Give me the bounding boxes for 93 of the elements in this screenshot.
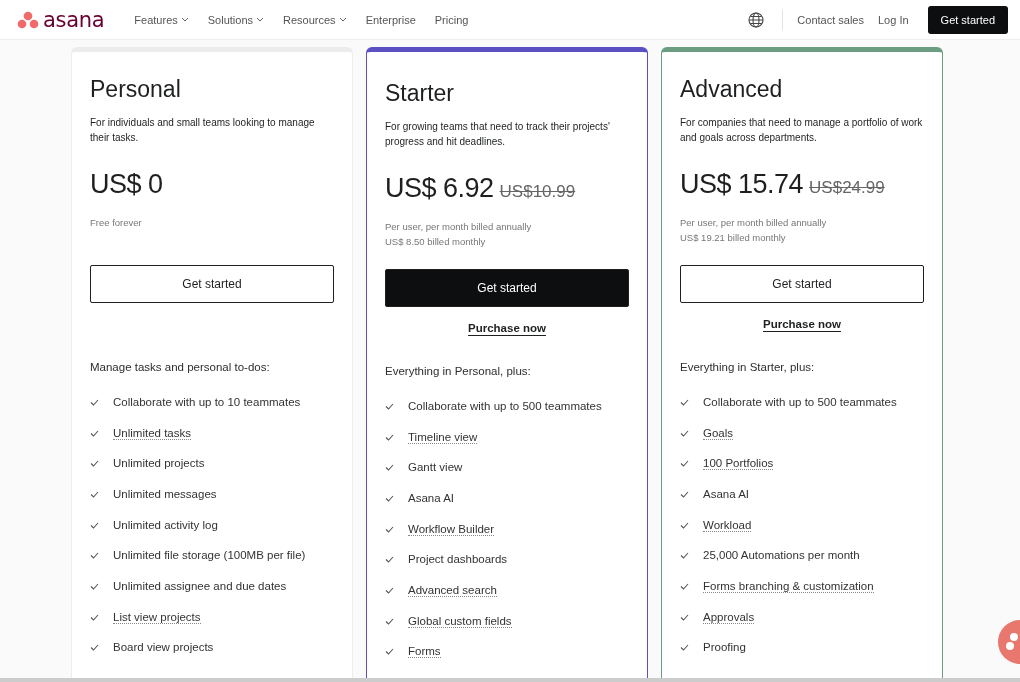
check-icon <box>385 433 394 441</box>
feature-link[interactable]: List view projects <box>113 610 201 624</box>
billing-note: Free forever <box>90 216 143 230</box>
check-icon <box>385 464 394 472</box>
brand-name[interactable]: asana <box>43 7 105 32</box>
nav-link[interactable]: Pricing <box>434 13 469 26</box>
check-icon <box>385 494 394 502</box>
feature-link[interactable]: Goals <box>703 426 734 440</box>
nav-link[interactable]: Solutions <box>207 13 265 26</box>
feature-text: Gantt view <box>408 461 463 475</box>
chat-bubble-icon[interactable] <box>998 620 1020 664</box>
feature-link[interactable]: Forms branching & customization <box>703 579 874 593</box>
plan-price: US$ 15.74 <box>680 169 804 200</box>
feature-text: 25,000 Automations per month <box>703 549 860 563</box>
nav-link[interactable]: Resources <box>283 13 347 26</box>
get-started-button[interactable]: Get started <box>90 265 334 303</box>
check-icon <box>90 521 99 529</box>
check-icon <box>680 644 689 652</box>
logo-icon[interactable] <box>17 10 39 29</box>
check-icon <box>680 552 689 560</box>
check-icon <box>385 617 394 625</box>
check-icon <box>90 582 99 590</box>
plan-name: Advanced <box>680 76 784 103</box>
feature-text: Project dashboards <box>408 553 508 567</box>
check-icon <box>90 644 99 652</box>
check-icon <box>680 490 689 498</box>
billing-note: US$ 8.50 billed monthly <box>385 235 487 249</box>
plan-description: For growing teams that need to track their projects' progress and hit deadlines. <box>385 120 611 149</box>
check-icon <box>385 525 394 533</box>
get-started-button[interactable]: Get started <box>680 265 924 303</box>
check-icon <box>90 490 99 498</box>
check-icon <box>385 586 394 594</box>
plan-name: Starter <box>385 80 456 107</box>
check-icon <box>385 556 394 564</box>
feature-text: Unlimited activity log <box>113 518 218 532</box>
plan-name: Personal <box>90 76 182 103</box>
billing-note: US$ 19.21 billed monthly <box>680 231 787 245</box>
feature-link[interactable]: Approvals <box>703 610 755 624</box>
chevron-down-icon <box>256 17 265 22</box>
check-icon <box>90 552 99 560</box>
get-started-button[interactable]: Get started <box>927 5 1008 34</box>
plan-description: For individuals and small teams looking to manage their tasks. <box>90 116 316 145</box>
feature-link[interactable]: Advanced search <box>408 583 497 597</box>
check-icon <box>90 429 99 437</box>
feature-text: Collaborate with up to 500 teammates <box>703 395 897 409</box>
feature-text: Asana AI <box>703 487 750 501</box>
check-icon <box>385 402 394 410</box>
feature-link[interactable]: Global custom fields <box>408 614 512 628</box>
feature-link[interactable]: Workload <box>703 518 752 532</box>
plan-description: For companies that need to manage a portfolio of work and goals across departments. <box>680 116 924 145</box>
check-icon <box>680 521 689 529</box>
feature-text: Unlimited projects <box>113 457 205 471</box>
chevron-down-icon <box>338 17 347 22</box>
globe-icon[interactable] <box>748 11 765 28</box>
purchase-now-link[interactable]: Purchase now <box>468 322 546 334</box>
check-icon <box>90 398 99 406</box>
billing-note: Per user, per month billed annually <box>680 216 828 230</box>
check-icon <box>680 582 689 590</box>
nav-link[interactable]: Enterprise <box>365 13 416 26</box>
contact-sales-link[interactable]: Contact sales <box>797 13 864 26</box>
feature-text: Board view projects <box>113 641 214 655</box>
old-price: US$24.99 <box>809 178 885 198</box>
check-icon <box>680 398 689 406</box>
feature-text: Collaborate with up to 500 teammates <box>408 399 602 413</box>
check-icon <box>680 613 689 621</box>
features-heading: Everything in Starter, plus: <box>680 361 816 373</box>
feature-link[interactable]: Timeline view <box>408 430 478 444</box>
chevron-down-icon <box>180 17 189 22</box>
feature-text: Unlimited assignee and due dates <box>113 579 287 593</box>
feature-link[interactable]: 100 Portfolios <box>703 457 774 471</box>
feature-text: Asana AI <box>408 491 455 505</box>
feature-link[interactable]: Unlimited tasks <box>113 426 191 440</box>
features-heading: Everything in Personal, plus: <box>385 365 532 377</box>
feature-link[interactable]: Forms <box>408 645 441 659</box>
old-price: US$10.99 <box>499 182 576 202</box>
plan-price: US$ 0 <box>90 169 163 200</box>
feature-text: Proofing <box>703 641 746 655</box>
check-icon <box>90 613 99 621</box>
check-icon <box>90 460 99 468</box>
feature-text: Collaborate with up to 10 teammates <box>113 395 301 409</box>
feature-text: Unlimited messages <box>113 487 217 501</box>
features-heading: Manage tasks and personal to-dos: <box>90 361 271 373</box>
check-icon <box>385 648 394 656</box>
plan-price: US$ 6.92 <box>385 173 494 204</box>
login-link[interactable]: Log In <box>878 13 909 26</box>
billing-note: Per user, per month billed annually <box>385 220 533 234</box>
get-started-button[interactable]: Get started <box>385 269 629 307</box>
feature-link[interactable]: Workflow Builder <box>408 522 495 536</box>
check-icon <box>680 460 689 468</box>
check-icon <box>680 429 689 437</box>
feature-text: Unlimited file storage (100MB per file) <box>113 549 306 563</box>
nav-link[interactable]: Features <box>134 13 189 26</box>
purchase-now-link[interactable]: Purchase now <box>763 318 841 330</box>
